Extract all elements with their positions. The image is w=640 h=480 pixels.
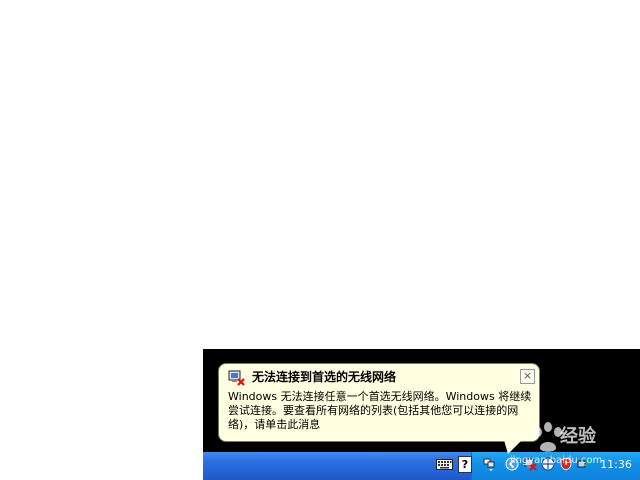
watermark-url: jingyan.baidu.com bbox=[510, 455, 603, 466]
notification-title: 无法连接到首选的无线网络 bbox=[252, 370, 397, 384]
notification-balloon-tail bbox=[504, 440, 522, 454]
notification-message[interactable]: Windows 无法连接任意一个首选无线网络。Windows 将继续尝试连接。要… bbox=[228, 390, 534, 432]
help-icon[interactable]: ? bbox=[458, 456, 472, 473]
language-bar-icon[interactable] bbox=[483, 457, 497, 471]
keyboard-icon[interactable] bbox=[436, 456, 453, 473]
watermark-text: 经验 bbox=[560, 426, 596, 447]
close-button[interactable]: × bbox=[520, 369, 535, 384]
wireless-network-error-icon bbox=[228, 370, 245, 386]
